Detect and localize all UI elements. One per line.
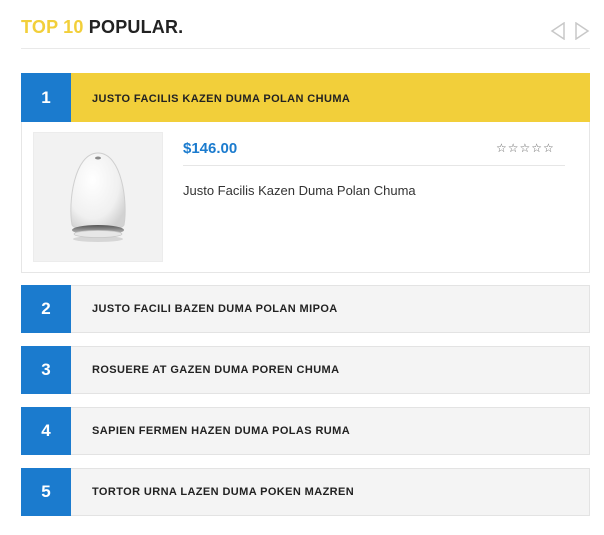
list-item[interactable]: 3 ROSUERE AT GAZEN DUMA POREN CHUMA <box>21 346 590 394</box>
item-title[interactable]: ROSUERE AT GAZEN DUMA POREN CHUMA <box>92 347 339 393</box>
rank-badge: 5 <box>21 468 71 516</box>
section-header: TOP 10 POPULAR. <box>21 0 590 49</box>
rank-badge: 3 <box>21 346 71 394</box>
title-rest: POPULAR. <box>88 17 184 37</box>
prev-arrow-icon[interactable] <box>550 22 566 40</box>
detail-divider <box>183 165 565 166</box>
rank-badge: 1 <box>21 73 71 123</box>
section-title: TOP 10 POPULAR. <box>21 17 183 38</box>
list-item[interactable]: 1 JUSTO FACILIS KAZEN DUMA POLAN CHUMA <box>21 73 590 123</box>
product-price: $146.00 <box>183 140 238 157</box>
rank-badge: 4 <box>21 407 71 455</box>
product-image[interactable] <box>33 132 163 262</box>
title-accent: TOP 10 <box>21 17 84 37</box>
rating-stars: ☆☆☆☆☆ <box>496 141 555 155</box>
list-item[interactable]: 2 JUSTO FACILI BAZEN DUMA POLAN MIPOA <box>21 285 590 333</box>
list-item[interactable]: 5 TORTOR URNA LAZEN DUMA POKEN MAZREN <box>21 468 590 516</box>
list-item[interactable]: 4 SAPIEN FERMEN HAZEN DUMA POLAS RUMA <box>21 407 590 455</box>
item-title[interactable]: SAPIEN FERMEN HAZEN DUMA POLAS RUMA <box>92 408 350 454</box>
next-arrow-icon[interactable] <box>574 22 590 40</box>
rank-badge: 2 <box>21 285 71 333</box>
product-name-link[interactable]: Justo Facilis Kazen Duma Polan Chuma <box>183 183 416 198</box>
speaker-product-icon <box>70 152 126 242</box>
item-detail-panel: $146.00 ☆☆☆☆☆ Justo Facilis Kazen Duma P… <box>21 122 590 273</box>
item-title[interactable]: JUSTO FACILIS KAZEN DUMA POLAN CHUMA <box>92 74 350 124</box>
item-title[interactable]: JUSTO FACILI BAZEN DUMA POLAN MIPOA <box>92 286 338 332</box>
carousel-nav <box>550 22 590 42</box>
item-title[interactable]: TORTOR URNA LAZEN DUMA POKEN MAZREN <box>92 469 354 515</box>
